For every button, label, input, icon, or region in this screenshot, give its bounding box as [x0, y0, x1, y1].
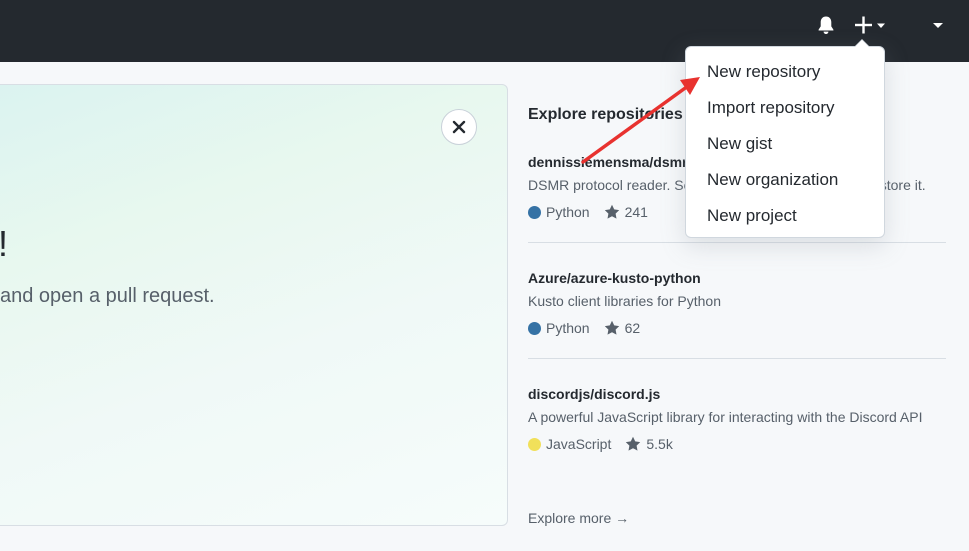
welcome-headline: e! [0, 223, 8, 265]
create-new-menu-button[interactable] [852, 13, 888, 37]
explore-title: Explore repositories [528, 106, 683, 123]
repo-stars[interactable]: 5.5k [625, 436, 673, 452]
language-color-dot [528, 321, 541, 335]
repo-name-link[interactable]: Azure/azure-kusto-python [528, 270, 946, 286]
star-icon [604, 204, 619, 219]
language-color-dot [528, 437, 541, 451]
repo-description: Kusto client libraries for Python [528, 293, 721, 309]
user-menu-caret-icon[interactable] [930, 18, 946, 32]
repo-stars[interactable]: 241 [604, 204, 648, 220]
repo-star-count: 241 [624, 204, 648, 220]
repo-language: JavaScript [546, 436, 612, 452]
divider [528, 358, 946, 359]
repo-language: Python [546, 320, 590, 336]
repo-star-count: 5.5k [646, 436, 673, 452]
menu-item-new-project[interactable]: New project [686, 199, 884, 235]
menu-item-import-repository[interactable]: Import repository [686, 91, 884, 127]
welcome-subline: and open a pull request. [0, 285, 215, 307]
create-new-dropdown: New repository Import repository New gis… [685, 39, 885, 238]
menu-item-new-gist[interactable]: New gist [686, 127, 884, 163]
repo-meta: Python 62 [528, 320, 946, 336]
welcome-card: e! and open a pull request. [0, 84, 508, 526]
repo-meta: JavaScript 5.5k [528, 436, 946, 452]
close-icon [452, 120, 466, 134]
repo-card: discordjs/discord.js A powerful JavaScri… [528, 386, 946, 452]
repo-name-link[interactable]: discordjs/discord.js [528, 386, 946, 402]
repo-description: A powerful JavaScript library for intera… [528, 409, 923, 425]
explore-more-link[interactable]: Explore more → [528, 510, 629, 526]
divider [528, 242, 946, 243]
star-icon [626, 436, 641, 451]
menu-item-new-repository[interactable]: New repository [686, 55, 884, 91]
menu-item-new-organization[interactable]: New organization [686, 163, 884, 199]
repo-stars[interactable]: 62 [604, 320, 641, 336]
language-color-dot [528, 205, 541, 219]
dismiss-button[interactable] [441, 109, 477, 145]
repo-card: Azure/azure-kusto-python Kusto client li… [528, 270, 946, 336]
repo-star-count: 62 [624, 320, 641, 336]
bell-icon[interactable] [815, 14, 837, 36]
repo-language: Python [546, 204, 590, 220]
star-icon [604, 320, 619, 335]
